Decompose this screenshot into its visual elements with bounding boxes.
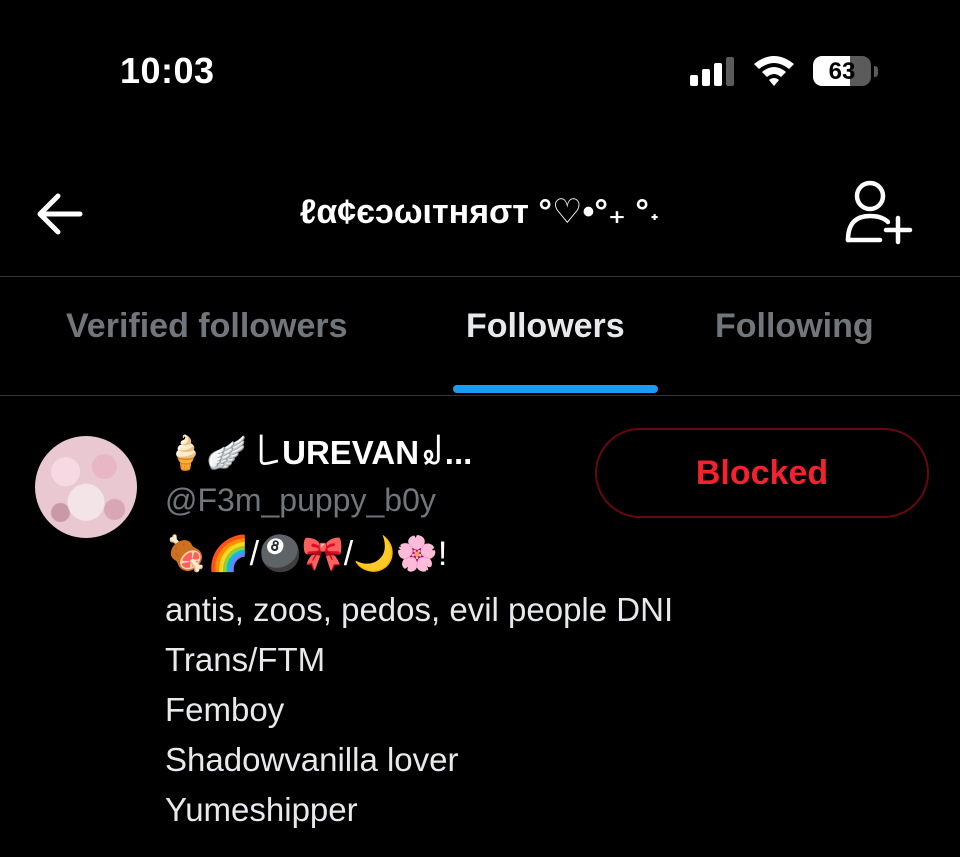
wifi-icon: [754, 56, 794, 86]
nav-header: ℓα¢єↄωιтняσт °♡•°₊ °˖: [0, 150, 960, 276]
list-item[interactable]: 🍦🪽 ꒒UREVAN꒻... @F3m_puppy_b0y Blocked 🍖🌈…: [0, 396, 960, 857]
tab-verified-followers[interactable]: Verified followers: [66, 307, 348, 346]
bio-emoji-line: 🍖🌈/🎱🎀/🌙🌸!: [165, 535, 448, 573]
tab-following[interactable]: Following: [715, 307, 874, 346]
bio-line: Yumeshipper: [165, 791, 358, 828]
bio-line: Shadowvanilla lover: [165, 741, 459, 778]
page-title: ℓα¢єↄωιтняσт °♡•°₊ °˖: [299, 193, 661, 231]
follow-user-button[interactable]: [842, 178, 914, 246]
status-bar: 10:03 63: [0, 0, 960, 140]
battery-percent: 63: [828, 58, 856, 85]
battery-icon: 63: [813, 56, 878, 88]
display-name[interactable]: 🍦🪽 ꒒UREVAN꒻...: [165, 430, 472, 473]
back-button[interactable]: [28, 186, 92, 242]
tab-followers[interactable]: Followers: [466, 307, 625, 346]
person-add-icon: [845, 180, 913, 245]
active-tab-indicator: [453, 385, 658, 393]
tab-bar: Verified followers Followers Following: [0, 277, 960, 395]
cellular-signal-icon: [690, 56, 736, 86]
bio-line: Femboy: [165, 691, 285, 728]
bio-line: antis, zoos, pedos, evil people DNI: [165, 591, 674, 628]
status-time: 10:03: [120, 50, 215, 91]
bio-line: Trans/FTM: [165, 641, 326, 678]
arrow-left-icon: [37, 193, 83, 235]
user-handle: @F3m_puppy_b0y: [165, 482, 436, 518]
avatar[interactable]: [35, 436, 137, 538]
blocked-button[interactable]: Blocked: [595, 428, 929, 518]
